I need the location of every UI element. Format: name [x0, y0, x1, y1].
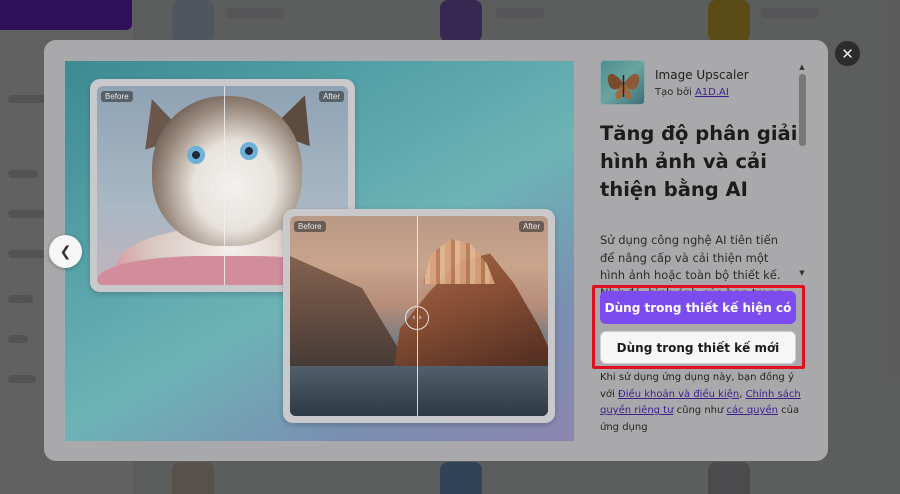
compare-handle[interactable]: ‹ › — [405, 306, 429, 330]
use-in-current-design-button[interactable]: Dùng trong thiết kế hiện có — [600, 291, 796, 324]
scroll-down-icon[interactable]: ▼ — [797, 268, 807, 278]
coast-sea — [290, 366, 548, 416]
app-icon — [600, 60, 645, 105]
app-name: Image Upscaler — [655, 68, 749, 82]
description-scrollbar[interactable]: ▲ ▼ — [797, 62, 807, 278]
before-tag: Before — [294, 221, 326, 232]
close-icon: ✕ — [841, 44, 854, 63]
close-button[interactable]: ✕ — [834, 40, 861, 67]
after-tag: After — [519, 221, 544, 232]
terms-middle: cũng như — [676, 405, 724, 416]
app-headline: Tăng độ phân giải hình ảnh và cải thiện … — [600, 122, 798, 201]
cat-eye — [187, 146, 205, 164]
chevron-left-icon: ❮ — [59, 243, 72, 260]
scroll-thumb[interactable] — [799, 74, 806, 146]
rights-link[interactable]: các quyền — [727, 405, 778, 416]
cat-head — [152, 96, 302, 246]
compare-handle[interactable]: ‹ › — [212, 174, 236, 198]
scroll-up-icon[interactable]: ▲ — [797, 62, 807, 72]
coast-compare-image: Before After ‹ › — [290, 216, 548, 416]
after-tag: After — [319, 91, 344, 102]
coast-compare-frame: Before After ‹ › — [283, 209, 555, 423]
compare-handle-icon: ‹ › — [218, 181, 230, 191]
app-preview-area: Before After ‹ › Before After ‹ › — [65, 61, 574, 441]
butterfly-icon — [607, 73, 640, 99]
terms-notice: Khi sử dụng ứng dụng này, bạn đồng ý với… — [600, 370, 805, 436]
previous-slide-button[interactable]: ❮ — [49, 235, 82, 268]
use-in-new-design-button[interactable]: Dùng trong thiết kế mới — [600, 331, 796, 364]
before-tag: Before — [101, 91, 133, 102]
author-prefix: Tạo bởi — [655, 87, 692, 98]
terms-sep: , — [739, 388, 743, 400]
cat-eye — [240, 142, 258, 160]
terms-link[interactable]: Điều khoản và điều kiện — [618, 389, 739, 400]
author-link[interactable]: A1D.AI — [695, 87, 729, 98]
app-author: Tạo bởi A1D.AI — [655, 87, 729, 98]
compare-handle-icon: ‹ › — [411, 313, 423, 323]
